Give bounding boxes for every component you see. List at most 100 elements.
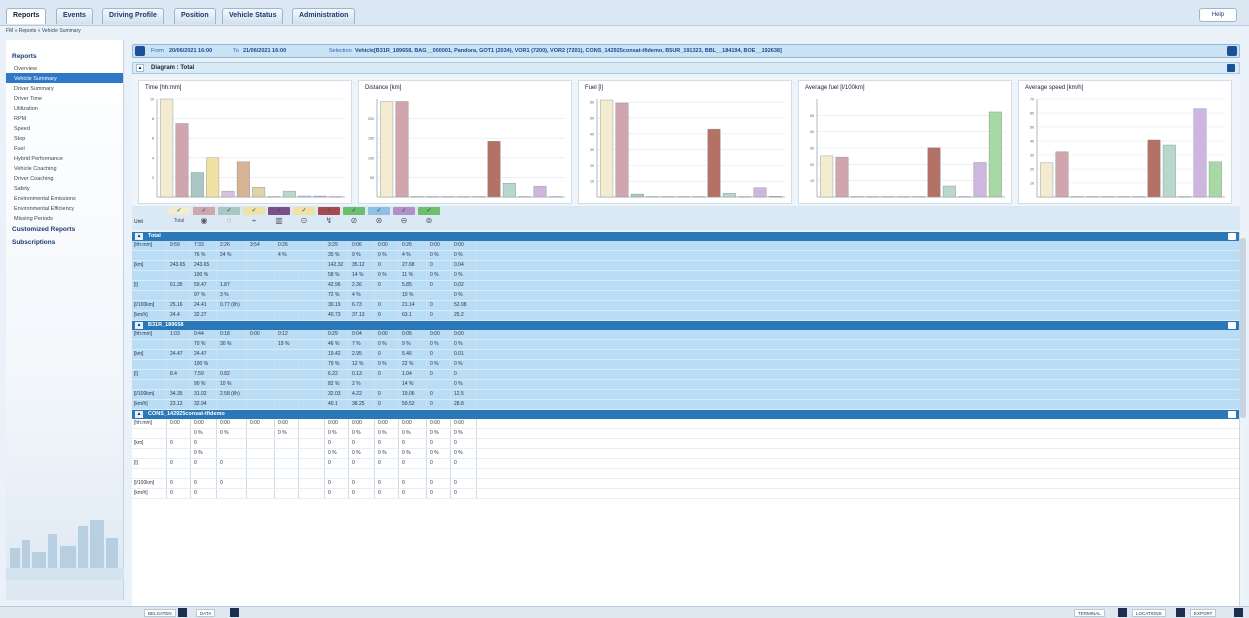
- collapse-toggle-icon[interactable]: ▲: [136, 64, 144, 72]
- bottom-action-icon[interactable]: [1176, 608, 1185, 617]
- filter-menu-button[interactable]: [1227, 46, 1237, 56]
- sidebar-item-driver-time[interactable]: Driver Time: [6, 93, 123, 103]
- section-header[interactable]: ▲ CONS_142925consat-tfidemo: [132, 410, 1240, 419]
- selection-label: Selection: [329, 48, 352, 54]
- bottom-action-icon[interactable]: [178, 608, 187, 617]
- tab-position[interactable]: Position: [174, 8, 216, 24]
- tab-driving-profile[interactable]: Driving Profile: [102, 8, 164, 24]
- sidebar-item-vehicle-summary[interactable]: Vehicle Summary: [6, 73, 123, 83]
- sidebar-item-vehicle-coaching[interactable]: Vehicle Coaching: [6, 163, 123, 173]
- scroll-thumb[interactable]: [1240, 238, 1246, 418]
- diagram-header[interactable]: ▲ Diagram : Total: [132, 62, 1240, 74]
- bottom-toolbar: BELGATEN DATA TERMINAL LOCATIONS EXPORT: [0, 606, 1249, 618]
- diagram-menu-button[interactable]: [1227, 64, 1235, 72]
- sidebar-item-safety[interactable]: Safety: [6, 183, 123, 193]
- section-menu-button[interactable]: [1228, 322, 1236, 329]
- value-cell: 5.85: [402, 282, 412, 288]
- sidebar-item-customized-reports[interactable]: Customized Reports: [6, 223, 123, 236]
- metric-column-header-9[interactable]: ✓ ⊛: [368, 207, 390, 229]
- fuel-wheel-icon: ◉: [200, 216, 208, 225]
- selection-value[interactable]: Vehicle[B31R_189658, BAG__000001, Pandor…: [355, 45, 782, 57]
- section-menu-button[interactable]: [1228, 411, 1236, 418]
- sidebar-item-driver-summary[interactable]: Driver Summary: [6, 83, 123, 93]
- column-divider: [324, 469, 325, 478]
- sidebar-item-overview[interactable]: Overview: [6, 63, 123, 73]
- column-divider: [324, 390, 325, 399]
- vertical-scrollbar[interactable]: [1239, 232, 1246, 606]
- value-cell: 7:33: [194, 242, 204, 248]
- filter-expand-button[interactable]: [135, 46, 145, 56]
- column-divider: [166, 311, 167, 320]
- tab-administration[interactable]: Administration: [292, 8, 356, 24]
- column-divider: [216, 479, 217, 488]
- metric-column-header-5[interactable]: ✓ ▥: [268, 207, 290, 229]
- value-cell: 0: [170, 490, 173, 496]
- y-tick-label: 20: [590, 164, 594, 168]
- column-divider: [476, 330, 477, 339]
- value-cell: 24 %: [220, 252, 232, 258]
- column-divider: [374, 251, 375, 260]
- metric-column-header-3[interactable]: ✓ ◌: [218, 207, 240, 229]
- value-cell: 0:00: [454, 420, 464, 426]
- bottom-action-icon[interactable]: [230, 608, 239, 617]
- to-date[interactable]: 21/06/2021 16:00: [243, 45, 286, 57]
- sidebar-item-subscriptions[interactable]: Subscriptions: [6, 236, 123, 249]
- metric-column-header-1[interactable]: ✓ Total: [168, 207, 190, 229]
- bar-2: [615, 102, 629, 198]
- column-divider: [398, 419, 399, 428]
- sidebar-item-hybrid-performance[interactable]: Hybrid Performance: [6, 153, 123, 163]
- collapse-toggle-icon[interactable]: ▲: [135, 411, 143, 418]
- table-row: [km] 24.47 24.47 19.42 2.95 0 5.46 0 0.01: [132, 350, 1240, 360]
- bottom-button-locations[interactable]: LOCATIONS: [1132, 609, 1166, 617]
- breadcrumb[interactable]: FM » Reports » Vehicle Summary: [6, 28, 81, 34]
- sidebar-item-fuel[interactable]: Fuel: [6, 143, 123, 153]
- tab-vehicle-status[interactable]: Vehicle Status: [222, 8, 284, 24]
- bottom-button-belgaten[interactable]: BELGATEN: [144, 609, 176, 617]
- collapse-toggle-icon[interactable]: ▲: [135, 322, 143, 329]
- value-cell: 72 %: [328, 292, 340, 298]
- metric-column-header-6[interactable]: ✓ ⊙: [293, 207, 315, 229]
- bottom-button-terminal[interactable]: TERMINAL: [1074, 609, 1105, 617]
- from-date[interactable]: 20/06/2021 16:00: [169, 45, 212, 57]
- bottom-button-data[interactable]: DATA: [196, 609, 216, 617]
- value-cell: 2.58 (l/h): [220, 391, 240, 397]
- bar-3: [190, 172, 204, 198]
- help-button[interactable]: Help: [1199, 8, 1237, 22]
- sidebar-header-reports[interactable]: Reports: [6, 50, 123, 63]
- metric-column-header-7[interactable]: ✓ ↯: [318, 207, 340, 229]
- metric-column-header-8[interactable]: ✓ ⊘: [343, 207, 365, 229]
- metric-column-header-11[interactable]: ✓ ⊚: [418, 207, 440, 229]
- sidebar-item-environmental-efficiency[interactable]: Environmental Efficiency: [6, 203, 123, 213]
- bottom-button-export[interactable]: EXPORT: [1190, 609, 1217, 617]
- tab-reports[interactable]: Reports: [6, 8, 47, 24]
- column-divider: [274, 360, 275, 369]
- tab-events[interactable]: Events: [56, 8, 93, 24]
- sidebar-item-rpm[interactable]: RPM: [6, 113, 123, 123]
- column-divider: [450, 251, 451, 260]
- column-divider: [246, 489, 247, 498]
- bottom-action-icon[interactable]: [1118, 608, 1127, 617]
- metric-column-header-4[interactable]: ✓ ⌁: [243, 207, 265, 229]
- section-header[interactable]: ▲ B31R_189658: [132, 321, 1240, 330]
- metric-column-header-10[interactable]: ✓ ⊖: [393, 207, 415, 229]
- bottom-action-icon[interactable]: [1234, 608, 1243, 617]
- sidebar-item-utilization[interactable]: Utilization: [6, 103, 123, 113]
- filter-bar[interactable]: From 20/06/2021 16:00 To 21/06/2021 16:0…: [132, 44, 1240, 58]
- sidebar-item-missing-periods[interactable]: Missing Periods: [6, 213, 123, 223]
- metric-column-header-2[interactable]: ✓ ◉: [193, 207, 215, 229]
- value-cell: 22 %: [402, 361, 414, 367]
- sidebar-item-driver-coaching[interactable]: Driver Coaching: [6, 173, 123, 183]
- column-divider: [190, 459, 191, 468]
- sidebar-item-speed[interactable]: Speed: [6, 123, 123, 133]
- section-menu-button[interactable]: [1228, 233, 1236, 240]
- collapse-toggle-icon[interactable]: ▲: [135, 233, 143, 240]
- table-row: 97 % 3 % 72 % 4 % 10 % 0 %: [132, 291, 1240, 301]
- column-divider: [298, 301, 299, 310]
- sidebar-item-stop[interactable]: Stop: [6, 133, 123, 143]
- sidebar-item-environmental-emissions[interactable]: Environmental Emissions: [6, 193, 123, 203]
- column-divider: [274, 261, 275, 270]
- column-divider: [374, 330, 375, 339]
- section-header[interactable]: ▲ Total: [132, 232, 1240, 241]
- column-divider: [426, 301, 427, 310]
- column-divider: [374, 370, 375, 379]
